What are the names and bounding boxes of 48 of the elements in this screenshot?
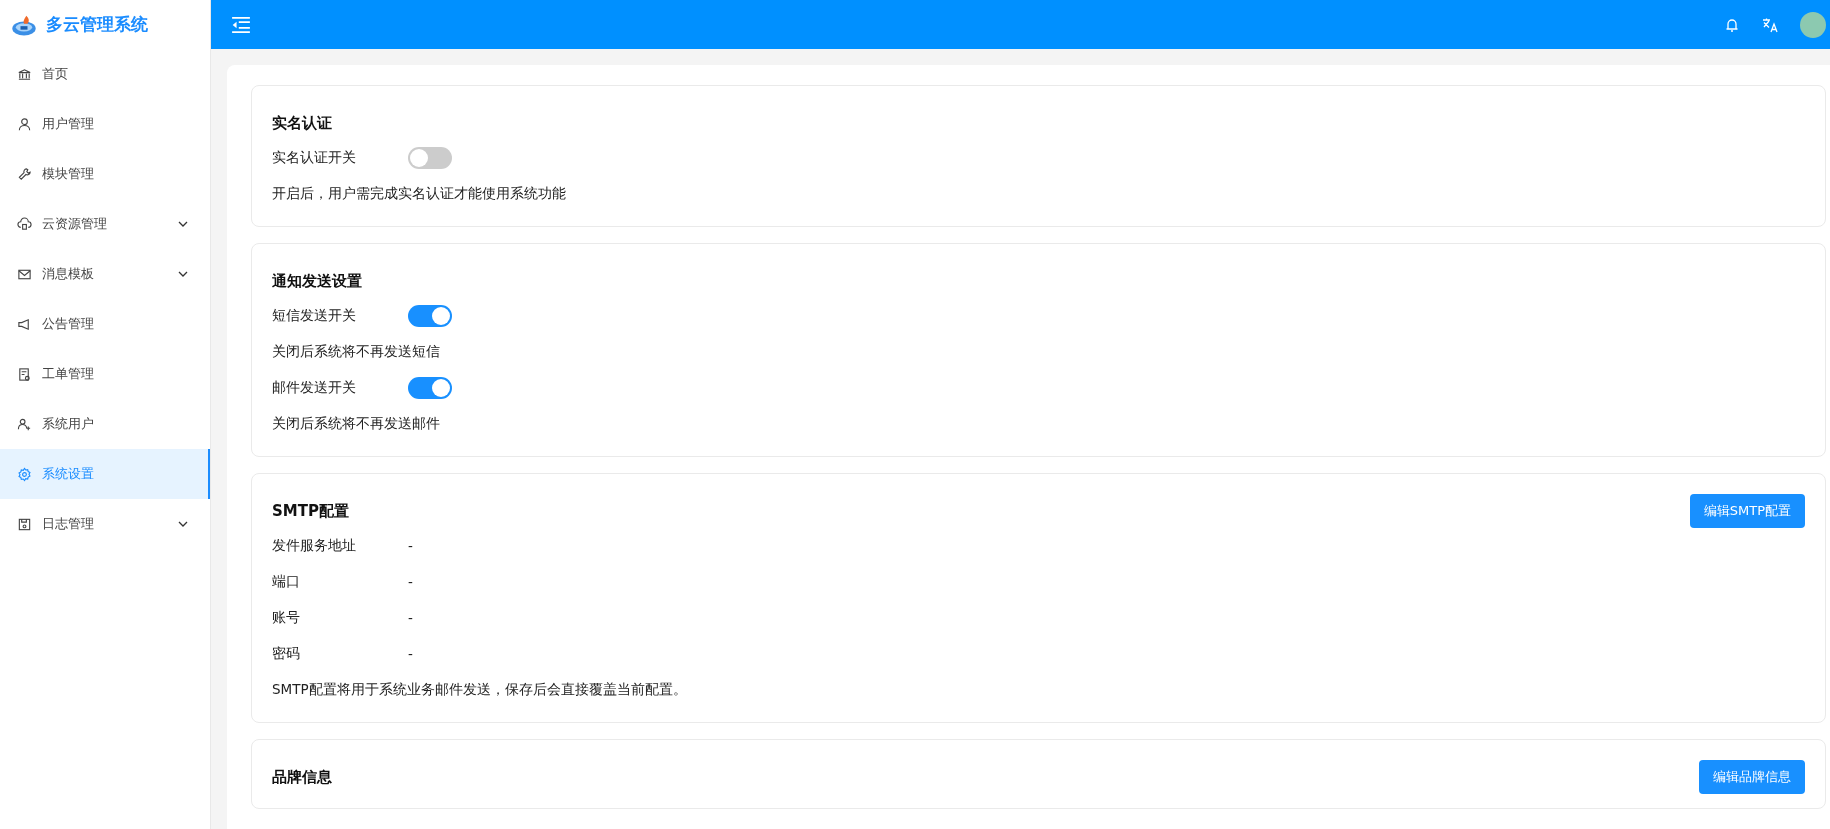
field-value: -: [408, 610, 413, 626]
bank-icon: [17, 66, 32, 82]
sidebar-item[interactable]: 工单管理: [0, 349, 210, 399]
chevron-down-icon: [178, 271, 188, 277]
wrench-icon: [17, 166, 32, 182]
translate-icon[interactable]: [1762, 16, 1778, 33]
field-value: -: [408, 574, 413, 590]
toggle-switch[interactable]: [408, 305, 452, 327]
section-title: 实名认证: [272, 113, 332, 133]
megaphone-icon: [17, 316, 32, 332]
help-text: SMTP配置将用于系统业务邮件发送，保存后会直接覆盖当前配置。: [272, 681, 687, 699]
toggle-label: 实名认证开关: [272, 149, 357, 167]
chevron-down-icon: [178, 521, 188, 527]
bell-icon[interactable]: [1724, 16, 1740, 33]
help-text: 开启后，用户需完成实名认证才能使用系统功能: [272, 185, 566, 203]
gear-icon: [17, 466, 32, 482]
sidebar-item[interactable]: 首页: [0, 49, 210, 99]
sidebar-item[interactable]: 系统用户: [0, 399, 210, 449]
app-title: 多云管理系统: [46, 13, 148, 36]
section-title: 通知发送设置: [272, 271, 362, 291]
toggle-label: 邮件发送开关: [272, 379, 357, 397]
users-icon: [17, 416, 32, 432]
field-label: 密码: [272, 645, 301, 663]
save-icon: [17, 516, 32, 532]
cloud-icon: [17, 216, 32, 232]
sidebar-item[interactable]: 云资源管理: [0, 199, 210, 249]
field-value: -: [408, 538, 413, 554]
section-title: SMTP配置: [272, 501, 349, 521]
field-label: 发件服务地址: [272, 537, 357, 555]
section-title: 品牌信息: [272, 767, 332, 787]
field-label: 端口: [272, 573, 301, 591]
collapse-menu-icon[interactable]: [231, 15, 251, 34]
toggle-switch[interactable]: [408, 147, 452, 169]
field-value: -: [408, 646, 413, 662]
help-text: 关闭后系统将不再发送邮件: [272, 415, 440, 433]
field-label: 账号: [272, 609, 301, 627]
sidebar-item[interactable]: 公告管理: [0, 299, 210, 349]
avatar[interactable]: [1800, 11, 1826, 38]
user-icon: [17, 116, 32, 132]
sidebar-item[interactable]: 用户管理: [0, 99, 210, 149]
toggle-switch[interactable]: [408, 377, 452, 399]
sidebar-item[interactable]: 模块管理: [0, 149, 210, 199]
document-icon: [17, 366, 32, 382]
sidebar-item[interactable]: 日志管理: [0, 499, 210, 549]
sidebar-item[interactable]: 消息模板: [0, 249, 210, 299]
help-text: 关闭后系统将不再发送短信: [272, 343, 440, 361]
toggle-label: 短信发送开关: [272, 307, 357, 325]
chevron-down-icon: [178, 221, 188, 227]
